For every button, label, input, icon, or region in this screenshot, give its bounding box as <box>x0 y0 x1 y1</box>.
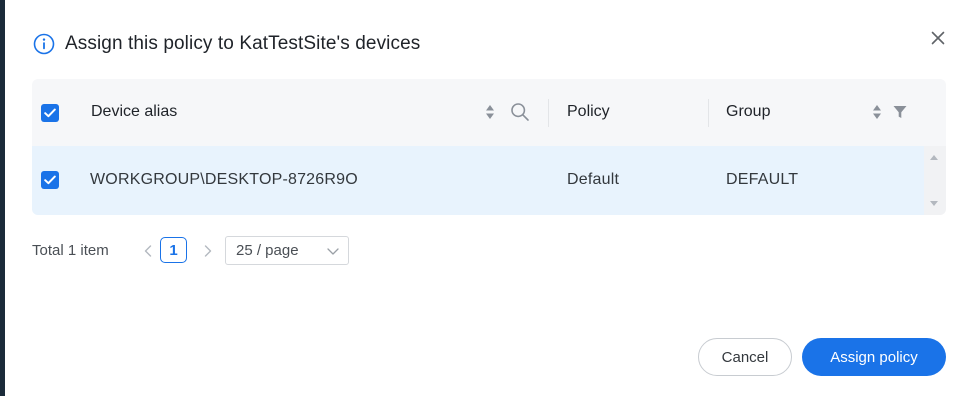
sort-icon[interactable] <box>872 103 882 121</box>
page-size-select[interactable]: 25 / page <box>225 236 349 265</box>
chevron-left-icon <box>144 245 152 257</box>
cell-device-alias: WORKGROUP\DESKTOP-8726R9O <box>90 171 358 188</box>
column-header-device-alias: Device alias <box>91 103 178 120</box>
cell-policy: Default <box>567 171 620 188</box>
scroll-down-arrow-icon[interactable] <box>930 201 938 206</box>
filter-icon[interactable] <box>893 105 907 119</box>
assign-policy-button[interactable]: Assign policy <box>802 338 946 376</box>
table-header: Device alias Policy Group <box>32 79 946 146</box>
chevron-right-icon <box>204 245 212 257</box>
checkmark-icon <box>44 108 56 118</box>
select-all-checkbox[interactable] <box>41 104 59 122</box>
column-divider <box>548 99 549 127</box>
dialog-header: Assign this policy to KatTestSite's devi… <box>33 30 420 58</box>
chevron-down-icon <box>327 248 339 255</box>
assign-policy-dialog: Assign this policy to KatTestSite's devi… <box>5 0 956 396</box>
search-icon[interactable] <box>510 102 530 122</box>
devices-table: Device alias Policy Group WORKGROUP\DESK… <box>32 79 946 215</box>
cancel-button[interactable]: Cancel <box>698 338 792 376</box>
table-row[interactable]: WORKGROUP\DESKTOP-8726R9O Default DEFAUL… <box>32 146 924 215</box>
page-number-current[interactable]: 1 <box>160 237 187 263</box>
checkmark-icon <box>44 175 56 185</box>
column-divider <box>708 99 709 127</box>
info-icon <box>33 33 55 55</box>
page-size-value: 25 / page <box>236 242 299 259</box>
close-icon <box>931 31 945 45</box>
close-button[interactable] <box>927 27 949 49</box>
scroll-up-arrow-icon[interactable] <box>930 155 938 160</box>
row-checkbox[interactable] <box>41 171 59 189</box>
column-header-policy: Policy <box>567 103 610 120</box>
next-page-button[interactable] <box>201 240 215 262</box>
dialog-title: Assign this policy to KatTestSite's devi… <box>65 33 421 54</box>
previous-page-button[interactable] <box>141 240 155 262</box>
screen: Assign this policy to KatTestSite's devi… <box>0 0 956 396</box>
sort-icon[interactable] <box>485 103 495 121</box>
total-count: Total 1 item <box>32 242 109 259</box>
cell-group: DEFAULT <box>726 171 799 188</box>
table-scrollbar[interactable] <box>924 146 946 215</box>
column-header-group: Group <box>726 103 771 120</box>
